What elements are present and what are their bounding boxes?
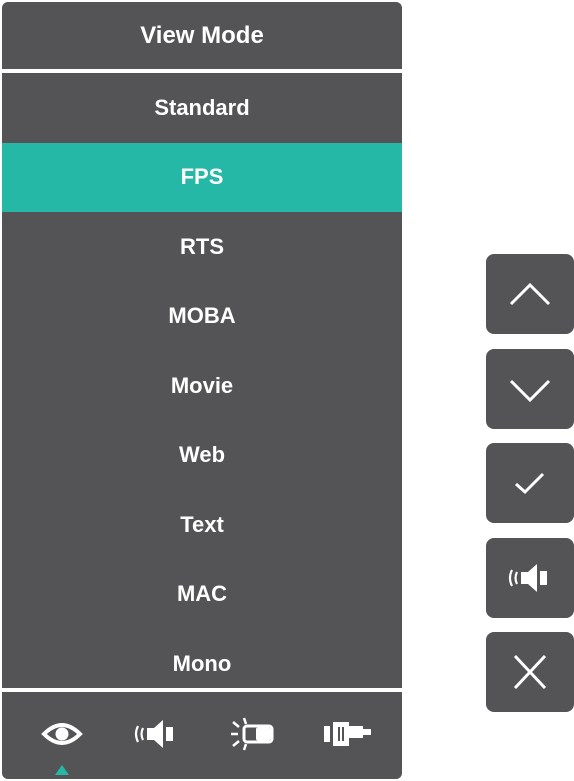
menu-item-rts[interactable]: RTS xyxy=(2,212,402,282)
audio-button[interactable] xyxy=(486,538,574,618)
confirm-button[interactable] xyxy=(486,443,574,523)
speaker-icon xyxy=(134,720,173,748)
osd-menu-panel: View Mode Standard FPS RTS MOBA Movie We… xyxy=(2,2,402,779)
view-mode-list: Standard FPS RTS MOBA Movie Web Text MAC… xyxy=(2,73,402,699)
menu-title: View Mode xyxy=(140,22,264,49)
chevron-down-icon xyxy=(509,379,551,403)
active-tab-indicator xyxy=(55,765,69,775)
brightness-icon xyxy=(231,717,274,751)
menu-item-fps[interactable]: FPS xyxy=(2,142,402,212)
close-button[interactable] xyxy=(486,632,574,712)
menu-item-movie[interactable]: Movie xyxy=(2,351,402,421)
check-icon xyxy=(515,472,545,495)
eye-icon xyxy=(41,723,83,745)
up-button[interactable] xyxy=(486,254,574,334)
tab-input[interactable] xyxy=(318,714,378,754)
tab-picture[interactable] xyxy=(222,714,282,754)
menu-item-web[interactable]: Web xyxy=(2,421,402,491)
tab-audio[interactable] xyxy=(126,714,186,754)
menu-item-moba[interactable]: MOBA xyxy=(2,282,402,352)
menu-item-standard[interactable]: Standard xyxy=(2,73,402,143)
speaker-icon xyxy=(508,564,547,592)
menu-item-mac[interactable]: MAC xyxy=(2,560,402,630)
tab-view-mode[interactable] xyxy=(32,714,92,754)
close-icon xyxy=(513,654,547,690)
down-button[interactable] xyxy=(486,349,574,429)
menu-item-text[interactable]: Text xyxy=(2,490,402,560)
chevron-up-icon xyxy=(509,282,551,306)
category-tabs xyxy=(2,692,402,779)
input-connector-icon xyxy=(324,722,371,746)
